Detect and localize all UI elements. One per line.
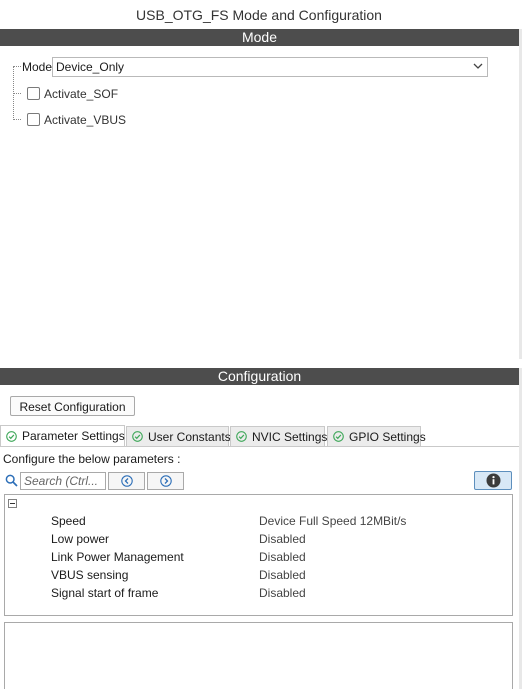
search-next-button[interactable] (147, 472, 184, 490)
parameter-description-panel (4, 622, 513, 689)
info-icon (486, 473, 501, 488)
reset-configuration-button[interactable]: Reset Configuration (10, 396, 135, 416)
check-circle-icon (236, 431, 247, 442)
tree-connector-vbus (13, 119, 21, 120)
tab-gpio-settings[interactable]: GPIO Settings (327, 426, 426, 446)
param-name-speed: Speed (51, 514, 86, 528)
check-circle-icon (6, 431, 17, 442)
param-name-low-power: Low power (51, 532, 110, 546)
arrow-right-circle-icon (160, 475, 172, 487)
mode-select-value: Device_Only (56, 60, 125, 74)
chevron-down-icon (473, 63, 483, 69)
config-description: Configure the below parameters : (3, 452, 181, 466)
tree-connector-mode (13, 66, 21, 67)
tab-label: User Constants (148, 430, 231, 444)
check-circle-icon (333, 431, 344, 442)
config-section-header: Configuration (0, 368, 519, 385)
tab-user-constants[interactable]: User Constants (126, 426, 231, 446)
info-button[interactable] (474, 471, 512, 490)
activate-vbus-checkbox[interactable] (27, 113, 40, 126)
tab-nvic-settings[interactable]: NVIC Settings (230, 426, 328, 446)
tree-connector-sof (13, 93, 21, 94)
param-value-vbus-sensing[interactable]: Disabled (259, 568, 306, 582)
param-name-vbus-sensing: VBUS sensing (51, 568, 129, 582)
param-name-lpm: Link Power Management (51, 550, 184, 564)
tab-label: Parameter Settings (22, 429, 125, 443)
window-title: USB_OTG_FS Mode and Configuration (136, 7, 382, 23)
mode-select[interactable]: Device_Only (52, 57, 488, 77)
param-value-low-power[interactable]: Disabled (259, 532, 306, 546)
search-previous-button[interactable] (108, 472, 145, 490)
param-value-lpm[interactable]: Disabled (259, 550, 306, 564)
collapse-icon[interactable] (8, 499, 17, 508)
tab-label: NVIC Settings (252, 430, 328, 444)
arrow-left-circle-icon (121, 475, 133, 487)
param-name-sof: Signal start of frame (51, 586, 159, 600)
search-icon (5, 474, 18, 487)
tab-label: GPIO Settings (349, 430, 426, 444)
param-value-speed[interactable]: Device Full Speed 12MBit/s (259, 514, 406, 528)
activate-vbus-label: Activate_VBUS (44, 113, 127, 127)
activate-sof-label: Activate_SOF (44, 87, 119, 101)
activate-sof-checkbox[interactable] (27, 87, 40, 100)
search-input[interactable] (24, 474, 104, 488)
search-field[interactable] (20, 472, 106, 490)
param-value-sof[interactable]: Disabled (259, 586, 306, 600)
mode-label: Mode (22, 60, 53, 74)
check-circle-icon (132, 431, 143, 442)
mode-section-header: Mode (0, 29, 519, 46)
tab-parameter-settings[interactable]: Parameter Settings (0, 425, 125, 446)
